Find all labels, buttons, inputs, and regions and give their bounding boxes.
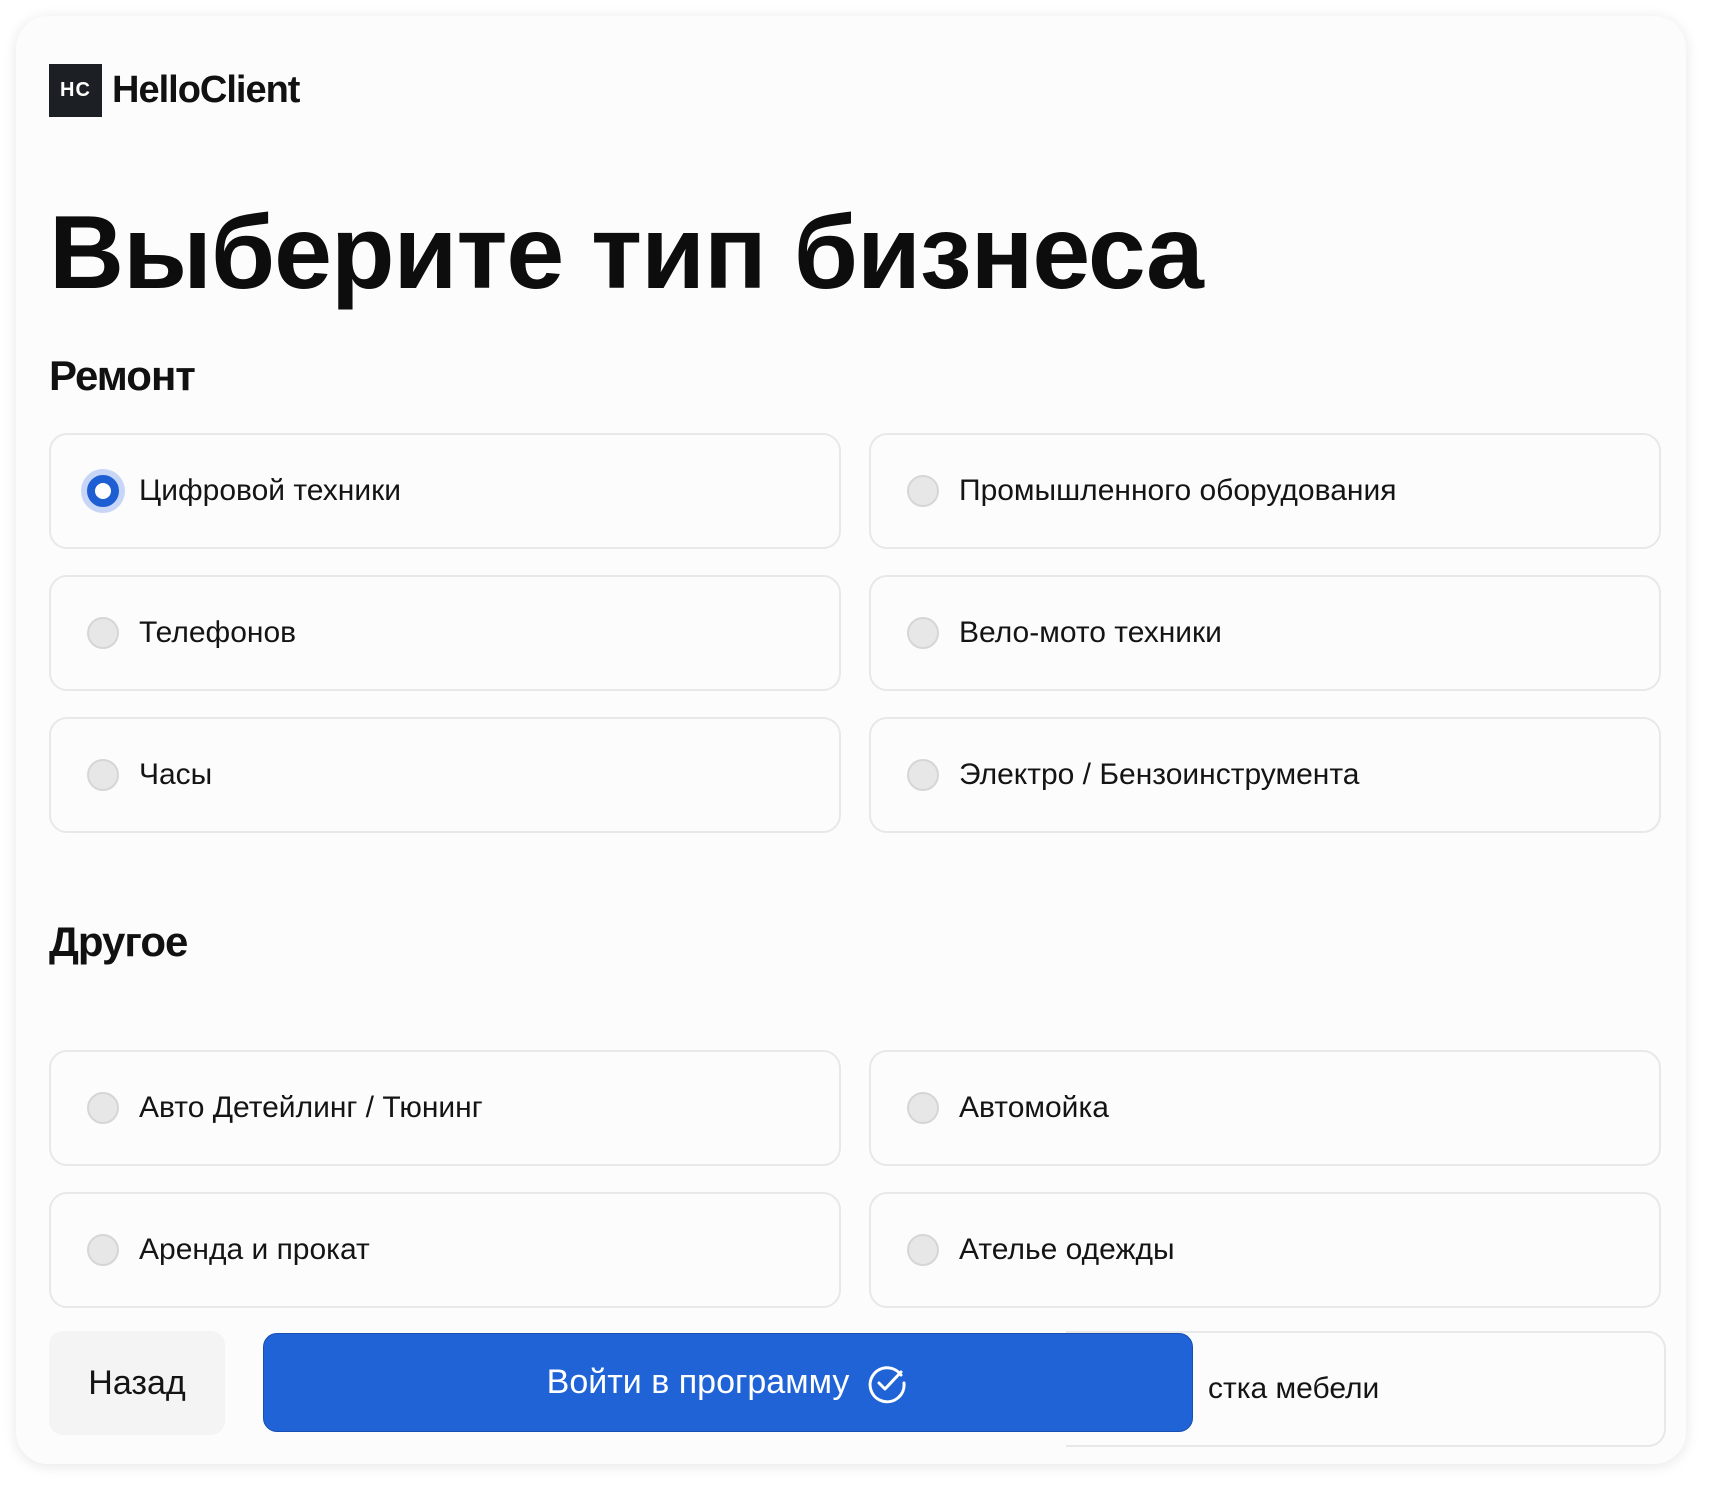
option-label: Электро / Бензоинструмента: [959, 758, 1360, 791]
logo-mark: HC: [49, 64, 102, 117]
enter-program-button[interactable]: Войти в программу: [263, 1333, 1193, 1432]
option-label: Вело-мото техники: [959, 616, 1222, 649]
logo: HC HelloClient: [49, 64, 300, 117]
radio-icon[interactable]: [907, 1234, 939, 1266]
radio-icon[interactable]: [907, 617, 939, 649]
option-label: стка мебели: [1208, 1372, 1380, 1405]
section-title-repair: Ремонт: [49, 352, 196, 399]
option-label: Аренда и прокат: [139, 1233, 370, 1266]
radio-icon[interactable]: [907, 759, 939, 791]
option-watches[interactable]: Часы: [49, 717, 841, 833]
option-label: Промышленного оборудования: [959, 474, 1397, 507]
option-bike-moto[interactable]: Вело-мото техники: [869, 575, 1661, 691]
option-label: Телефонов: [139, 616, 297, 649]
radio-icon[interactable]: [87, 1092, 119, 1124]
check-circle-icon: [868, 1365, 906, 1403]
option-label: Автомойка: [959, 1091, 1109, 1124]
app-window: HC HelloClient Выберите тип бизнеса Ремо…: [16, 16, 1686, 1464]
option-phones[interactable]: Телефонов: [49, 575, 841, 691]
logo-text: HelloClient: [112, 69, 300, 111]
page-title: Выберите тип бизнеса: [49, 195, 1204, 311]
radio-icon[interactable]: [87, 617, 119, 649]
radio-icon[interactable]: [87, 759, 119, 791]
enter-program-label: Войти в программу: [546, 1363, 850, 1401]
radio-icon[interactable]: [87, 1234, 119, 1266]
section-title-other: Другое: [49, 918, 188, 965]
option-power-tools[interactable]: Электро / Бензоинструмента: [869, 717, 1661, 833]
option-auto-detailing[interactable]: Авто Детейлинг / Тюнинг: [49, 1050, 841, 1166]
option-car-wash[interactable]: Автомойка: [869, 1050, 1661, 1166]
option-label: Часы: [139, 758, 213, 791]
option-label: Ателье одежды: [959, 1233, 1175, 1266]
radio-icon[interactable]: [907, 1092, 939, 1124]
option-digital-equipment[interactable]: Цифровой техники: [49, 433, 841, 549]
option-label: Авто Детейлинг / Тюнинг: [139, 1091, 483, 1124]
repair-options: Цифровой техники Промышленного оборудова…: [49, 433, 1661, 833]
radio-selected-icon[interactable]: [87, 475, 119, 507]
option-rental[interactable]: Аренда и прокат: [49, 1192, 841, 1308]
option-label: Цифровой техники: [139, 474, 402, 507]
other-options: Авто Детейлинг / Тюнинг Автомойка Аренда…: [49, 1050, 1661, 1308]
option-industrial-equipment[interactable]: Промышленного оборудования: [869, 433, 1661, 549]
back-button[interactable]: Назад: [49, 1331, 225, 1435]
option-tailor[interactable]: Ателье одежды: [869, 1192, 1661, 1308]
radio-icon[interactable]: [907, 475, 939, 507]
